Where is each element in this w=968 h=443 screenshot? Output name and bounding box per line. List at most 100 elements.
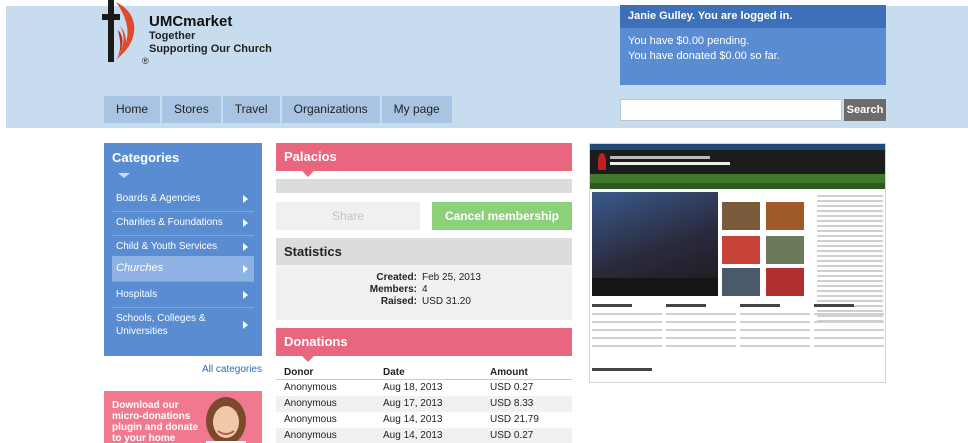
stat-members: Members: 4 bbox=[276, 284, 572, 296]
category-label: Schools, Colleges & Universities bbox=[116, 313, 206, 337]
category-hospitals[interactable]: Hospitals bbox=[112, 282, 254, 308]
category-schools-colleges-universities[interactable]: Schools, Colleges & Universities bbox=[112, 306, 254, 344]
date-cell: Aug 14, 2013 bbox=[383, 430, 443, 441]
preview-column bbox=[592, 304, 662, 353]
tab-home[interactable]: Home bbox=[104, 96, 161, 123]
category-label: Hospitals bbox=[116, 289, 158, 300]
preview-section-heading bbox=[592, 368, 652, 371]
column-header-date: Date bbox=[383, 367, 405, 378]
all-categories-link[interactable]: All categories bbox=[104, 364, 262, 375]
stat-raised: Raised: USD 31.20 bbox=[276, 296, 572, 308]
preview-column bbox=[740, 304, 810, 353]
brand-name[interactable]: UMCmarket bbox=[149, 13, 272, 30]
caret-down-icon bbox=[118, 173, 130, 178]
categories-title: Categories bbox=[112, 150, 180, 165]
preview-nav-bar bbox=[590, 174, 885, 183]
brand-tagline-2: Supporting Our Church bbox=[149, 43, 272, 55]
amount-cell: USD 8.33 bbox=[490, 398, 534, 409]
category-label: Boards & Agencies bbox=[116, 193, 201, 204]
chevron-right-icon bbox=[243, 242, 248, 251]
preview-column bbox=[814, 304, 884, 353]
preview-brand-line bbox=[610, 156, 710, 159]
donor-cell: Anonymous bbox=[284, 398, 337, 409]
donor-cell: Anonymous bbox=[284, 382, 337, 393]
donations-title: Donations bbox=[284, 334, 348, 349]
preview-caption-bar bbox=[592, 278, 718, 296]
preview-brand-line bbox=[610, 162, 730, 165]
stat-value: USD 31.20 bbox=[422, 296, 471, 307]
category-boards-agencies[interactable]: Boards & Agencies bbox=[112, 186, 254, 212]
smiling-woman-photo bbox=[206, 397, 246, 443]
tab-travel[interactable]: Travel bbox=[222, 96, 280, 123]
column-header-amount: Amount bbox=[490, 367, 528, 378]
organization-column: Palacios Share Cancel membership Statist… bbox=[276, 143, 572, 443]
notch-icon bbox=[302, 171, 314, 177]
preview-column bbox=[666, 304, 736, 353]
account-box: Janie Gulley. You are logged in. You hav… bbox=[620, 5, 886, 85]
preview-thumbnail bbox=[766, 202, 804, 230]
category-label: Charities & Foundations bbox=[116, 217, 223, 228]
table-header-row: Donor Date Amount bbox=[276, 366, 572, 380]
organization-info-bar bbox=[276, 179, 572, 193]
preview-thumbnail bbox=[766, 268, 804, 296]
chevron-right-icon bbox=[243, 194, 248, 203]
brand-block: UMCmarket Together Supporting Our Church bbox=[149, 13, 272, 56]
table-row: Anonymous Aug 14, 2013 USD 21.79 bbox=[276, 412, 572, 428]
preview-brand-bar bbox=[590, 150, 885, 174]
chevron-right-icon bbox=[243, 321, 248, 329]
flame-logo-icon bbox=[598, 153, 606, 170]
statistics-title: Statistics bbox=[276, 238, 572, 265]
amount-cell: USD 0.27 bbox=[490, 430, 534, 441]
date-cell: Aug 18, 2013 bbox=[383, 382, 443, 393]
statistics-panel: Created: Feb 25, 2013 Members: 4 Raised:… bbox=[276, 265, 572, 320]
tab-my-page[interactable]: My page bbox=[381, 96, 452, 123]
donations-table: Donor Date Amount Anonymous Aug 18, 2013… bbox=[276, 366, 572, 443]
cross-and-flame-logo-icon[interactable] bbox=[102, 0, 140, 62]
account-pending: You have $0.00 pending. bbox=[628, 35, 750, 47]
table-row: Anonymous Aug 18, 2013 USD 0.27 bbox=[276, 380, 572, 396]
preview-subnav-bar bbox=[590, 183, 885, 189]
date-cell: Aug 17, 2013 bbox=[383, 398, 443, 409]
tab-organizations[interactable]: Organizations bbox=[281, 96, 380, 123]
chevron-right-icon bbox=[243, 218, 248, 227]
date-cell: Aug 14, 2013 bbox=[383, 414, 443, 425]
account-donated: You have donated $0.00 so far. bbox=[628, 50, 780, 62]
preview-hero-photo bbox=[592, 192, 718, 296]
organization-website-preview[interactable] bbox=[589, 143, 886, 383]
donor-cell: Anonymous bbox=[284, 430, 337, 441]
category-charities-foundations[interactable]: Charities & Foundations bbox=[112, 210, 254, 236]
cancel-membership-button[interactable]: Cancel membership bbox=[432, 202, 572, 230]
brand-tagline-1: Together bbox=[149, 30, 196, 42]
preview-thumbnail bbox=[722, 202, 760, 230]
organization-header: Palacios bbox=[276, 143, 572, 177]
plugin-promo-banner[interactable]: Download our micro-donations plugin and … bbox=[104, 391, 262, 443]
notch-icon bbox=[302, 356, 314, 362]
tab-stores[interactable]: Stores bbox=[162, 96, 221, 123]
preview-thumbnail bbox=[766, 236, 804, 264]
table-row: Anonymous Aug 17, 2013 USD 8.33 bbox=[276, 396, 572, 412]
organization-name: Palacios bbox=[284, 149, 337, 164]
preview-thumbnail bbox=[722, 236, 760, 264]
stat-label: Raised: bbox=[380, 296, 417, 307]
stat-value: Feb 25, 2013 bbox=[422, 272, 481, 283]
search-button[interactable]: Search bbox=[844, 99, 886, 121]
categories-panel: Categories Boards & Agencies Charities &… bbox=[104, 143, 262, 356]
category-churches[interactable]: Churches bbox=[112, 256, 254, 282]
stat-label: Created: bbox=[376, 272, 417, 283]
chevron-right-icon bbox=[243, 264, 248, 273]
donor-cell: Anonymous bbox=[284, 414, 337, 425]
column-header-donor: Donor bbox=[284, 367, 314, 378]
chevron-right-icon bbox=[243, 290, 248, 299]
organization-actions: Share Cancel membership bbox=[276, 202, 572, 230]
search-input[interactable] bbox=[620, 99, 842, 121]
amount-cell: USD 21.79 bbox=[490, 414, 539, 425]
registered-mark: ® bbox=[142, 56, 149, 66]
table-row: Anonymous Aug 14, 2013 USD 0.27 bbox=[276, 428, 572, 443]
preview-link-columns bbox=[592, 304, 884, 364]
promo-text: Download our micro-donations plugin and … bbox=[112, 400, 199, 443]
donations-header: Donations bbox=[276, 328, 572, 362]
account-greeting: Janie Gulley. You are logged in. bbox=[620, 5, 886, 28]
stat-label: Members: bbox=[369, 284, 417, 295]
amount-cell: USD 0.27 bbox=[490, 382, 534, 393]
share-button[interactable]: Share bbox=[276, 202, 420, 230]
